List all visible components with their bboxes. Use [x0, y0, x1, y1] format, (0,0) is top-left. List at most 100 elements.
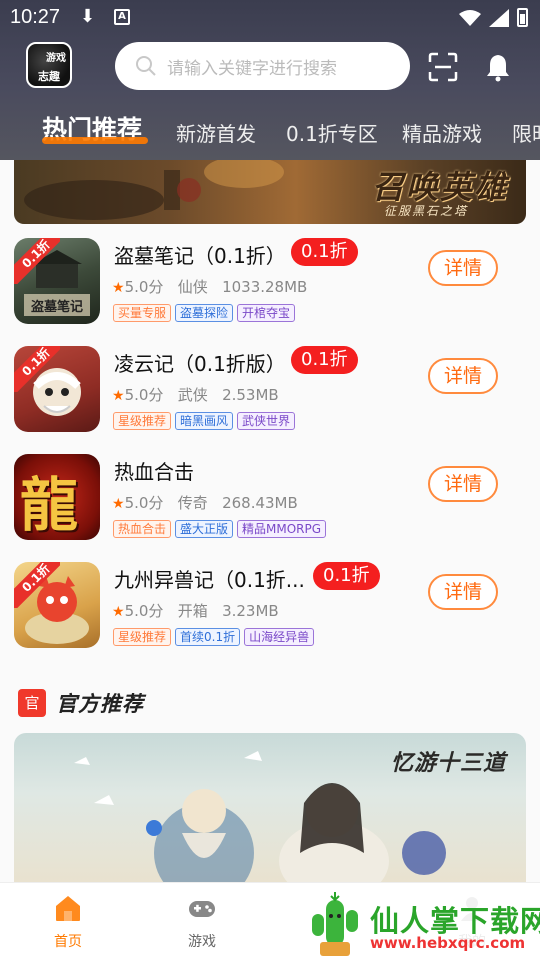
- game-tag: 武侠世界: [237, 412, 296, 430]
- signal-icon: [489, 8, 509, 27]
- game-icon[interactable]: 龍: [14, 454, 100, 540]
- discount-badge: 0.1折: [313, 562, 380, 590]
- game-tags: 热血合击 盛大正版 精品MMORPG: [113, 520, 327, 538]
- app-screen: 10:27 ⬇ A 游戏 志趣 请输入关键字进行搜索 热门推荐 新游首发 0.1…: [0, 0, 540, 961]
- game-meta: ★5.0分 武侠 2.53MB: [112, 384, 279, 405]
- game-item[interactable]: 0.1折 凌云记（0.1折版） 0.1折 ★5.0分 武侠 2.53MB 星级推…: [0, 346, 540, 454]
- game-tag: 开棺夺宝: [237, 304, 296, 322]
- discount-corner: 0.1折: [14, 562, 60, 608]
- discount-badge: 0.1折: [291, 346, 358, 374]
- discount-corner: 0.1折: [14, 238, 60, 284]
- search-icon: [136, 56, 156, 76]
- nav-games[interactable]: 游戏: [162, 893, 242, 951]
- tab-premium[interactable]: 精品游戏: [402, 118, 482, 147]
- home-icon: [56, 896, 80, 921]
- search-input[interactable]: 请输入关键字进行搜索: [115, 42, 410, 90]
- discount-badge: 0.1折: [291, 238, 358, 266]
- game-tag: 盛大正版: [175, 520, 234, 538]
- game-tag: 盗墓探险: [175, 304, 234, 322]
- game-name: 九州异兽记（0.1折...: [114, 568, 305, 592]
- game-genre: 武侠: [177, 386, 208, 404]
- detail-button[interactable]: 详情: [428, 358, 498, 394]
- game-meta: ★5.0分 开箱 3.23MB: [112, 600, 279, 621]
- star-icon: ★: [112, 388, 125, 404]
- section-title: 官方推荐: [56, 692, 144, 716]
- tab-limited[interactable]: 限时: [512, 118, 540, 147]
- game-rating: 5.0分: [124, 278, 164, 296]
- status-icons: [459, 8, 528, 27]
- official-banner-title: 忆游十三道: [390, 751, 506, 776]
- game-meta: ★5.0分 仙侠 1033.28MB: [112, 276, 307, 297]
- game-genre: 开箱: [177, 602, 208, 620]
- star-icon: ★: [112, 604, 125, 620]
- header: 10:27 ⬇ A 游戏 志趣 请输入关键字进行搜索 热门推荐 新游首发 0.1…: [0, 0, 540, 160]
- game-meta: ★5.0分 传奇 268.43MB: [112, 492, 298, 513]
- game-tag: 星级推荐: [113, 412, 172, 430]
- status-bar: 10:27 ⬇ A: [0, 0, 540, 36]
- discount-corner-label: 0.1折: [14, 562, 60, 608]
- scan-icon[interactable]: [428, 52, 458, 82]
- game-item[interactable]: 盗墓笔记 0.1折 盗墓笔记（0.1折） 0.1折 ★5.0分 仙侠 1033.…: [0, 238, 540, 346]
- game-tag: 首续0.1折: [175, 628, 241, 646]
- game-size: 2.53MB: [222, 386, 279, 404]
- game-item[interactable]: 龍 热血合击 ★5.0分 传奇 268.43MB 热血合击 盛大正版 精品MMO…: [0, 454, 540, 562]
- site-watermark: 仙人掌下载网 www.hebxqrc.com: [300, 884, 540, 961]
- game-rating: 5.0分: [124, 386, 164, 404]
- promo-banner[interactable]: 召唤英雄 征服黑石之塔: [14, 160, 526, 224]
- discount-corner-label: 0.1折: [14, 238, 60, 284]
- tab-new[interactable]: 新游首发: [176, 118, 256, 147]
- game-genre: 仙侠: [177, 278, 208, 296]
- category-tabs: 热门推荐 新游首发 0.1折专区 精品游戏 限时: [0, 110, 540, 160]
- game-size: 3.23MB: [222, 602, 279, 620]
- logo-top-text: 游戏: [46, 53, 66, 64]
- official-section-header: 官 官方推荐: [18, 688, 144, 718]
- detail-button[interactable]: 详情: [428, 574, 498, 610]
- game-tag: 买量专服: [113, 304, 172, 322]
- game-tag: 山海经异兽: [244, 628, 315, 646]
- game-name: 凌云记（0.1折版）: [114, 352, 286, 376]
- app-logo[interactable]: 游戏 志趣: [26, 42, 72, 88]
- game-size: 268.43MB: [222, 494, 298, 512]
- nav-games-label: 游戏: [188, 934, 216, 950]
- status-time: 10:27: [10, 6, 61, 28]
- star-icon: ★: [112, 496, 125, 512]
- discount-corner-label: 0.1折: [14, 346, 60, 392]
- official-badge-icon: 官: [18, 689, 46, 717]
- game-icon-glyph: 龍: [20, 471, 79, 539]
- game-tags: 星级推荐 暗黑画风 武侠世界: [113, 412, 296, 430]
- game-icon[interactable]: 0.1折: [14, 562, 100, 648]
- game-tag: 热血合击: [113, 520, 172, 538]
- download-icon: ⬇: [80, 6, 96, 27]
- tab-discount[interactable]: 0.1折专区: [286, 118, 378, 147]
- nav-home[interactable]: 首页: [28, 893, 108, 951]
- discount-corner: 0.1折: [14, 346, 60, 392]
- official-banner[interactable]: 忆游十三道: [14, 733, 526, 883]
- notification-a-icon: A: [114, 9, 130, 25]
- game-item[interactable]: 0.1折 九州异兽记（0.1折... 0.1折 ★5.0分 开箱 3.23MB …: [0, 562, 540, 670]
- logo-bottom-text: 志趣: [38, 70, 60, 83]
- game-tags: 星级推荐 首续0.1折 山海经异兽: [113, 628, 315, 646]
- game-rating: 5.0分: [124, 602, 164, 620]
- active-tab-indicator: [42, 137, 148, 144]
- game-icon[interactable]: 盗墓笔记 0.1折: [14, 238, 100, 324]
- gamepad-icon: [189, 901, 215, 917]
- bell-icon[interactable]: [484, 52, 512, 82]
- detail-button[interactable]: 详情: [428, 466, 498, 502]
- battery-icon: [517, 8, 528, 27]
- game-size: 1033.28MB: [222, 278, 308, 296]
- cactus-logo-icon: [312, 892, 358, 956]
- game-tag: 暗黑画风: [175, 412, 234, 430]
- search-placeholder: 请输入关键字进行搜索: [167, 58, 337, 79]
- game-name: 热血合击: [114, 460, 194, 484]
- wifi-icon: [459, 9, 481, 26]
- svg-text:盗墓笔记: 盗墓笔记: [31, 299, 83, 315]
- star-icon: ★: [112, 280, 125, 296]
- detail-button[interactable]: 详情: [428, 250, 498, 286]
- banner-subtitle: 征服黑石之塔: [383, 204, 468, 218]
- watermark-url: www.hebxqrc.com: [370, 934, 526, 952]
- game-name: 盗墓笔记（0.1折）: [114, 244, 286, 268]
- game-icon[interactable]: 0.1折: [14, 346, 100, 432]
- game-tags: 买量专服 盗墓探险 开棺夺宝: [113, 304, 296, 322]
- game-genre: 传奇: [177, 494, 208, 512]
- game-tag: 精品MMORPG: [237, 520, 327, 538]
